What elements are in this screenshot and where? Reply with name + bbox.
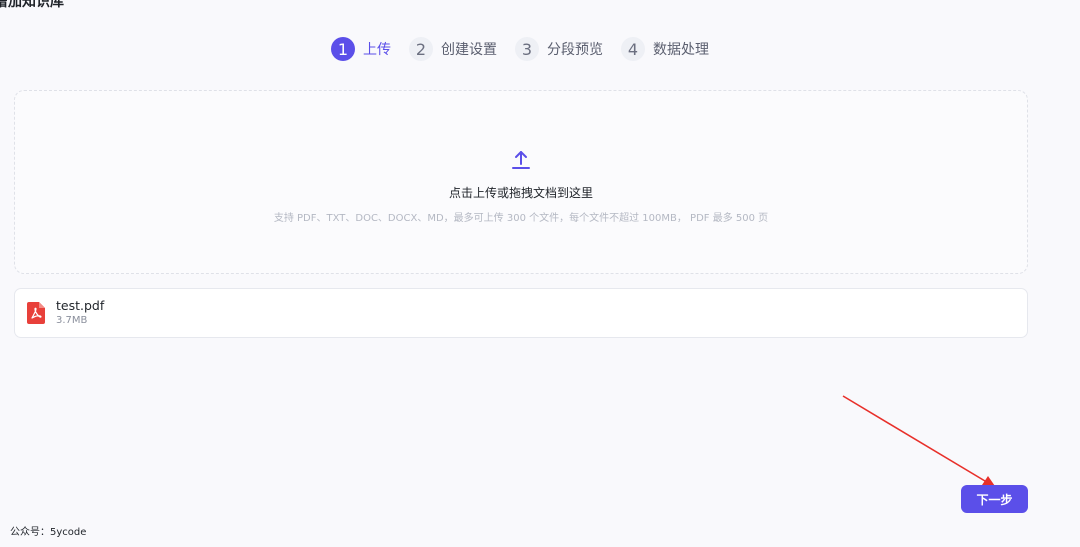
step-upload[interactable]: 1 上传 [331,37,391,61]
file-meta: test.pdf 3.7MB [56,298,104,328]
step-label: 上传 [363,42,391,58]
step-number: 3 [515,37,539,61]
step-number: 4 [621,37,645,61]
step-number: 1 [331,37,355,61]
dropzone-hint: 支持 PDF、TXT、DOC、DOCX、MD，最多可上传 300 个文件，每个文… [273,213,769,224]
dropzone-title: 点击上传或拖拽文档到这里 [448,186,593,200]
page-title: 增加知识库 [0,0,64,10]
pdf-file-icon [27,302,45,324]
step-indicator: 1 上传 2 创建设置 3 分段预览 4 数据处理 [0,37,1040,61]
step-label: 创建设置 [441,42,497,58]
upload-dropzone[interactable]: 点击上传或拖拽文档到这里 支持 PDF、TXT、DOC、DOCX、MD，最多可上… [14,90,1028,274]
next-step-button[interactable]: 下一步 [961,485,1028,513]
file-size: 3.7MB [56,315,88,326]
step-label: 数据处理 [653,42,709,58]
file-name: test.pdf [56,298,105,313]
upload-icon [512,151,530,169]
file-item[interactable]: test.pdf 3.7MB [14,288,1028,338]
step-data-processing[interactable]: 4 数据处理 [621,37,709,61]
step-create-settings[interactable]: 2 创建设置 [409,37,497,61]
step-label: 分段预览 [547,42,603,58]
step-number: 2 [409,37,433,61]
watermark-text: 公众号：5ycode [10,527,87,538]
step-segment-preview[interactable]: 3 分段预览 [515,37,603,61]
